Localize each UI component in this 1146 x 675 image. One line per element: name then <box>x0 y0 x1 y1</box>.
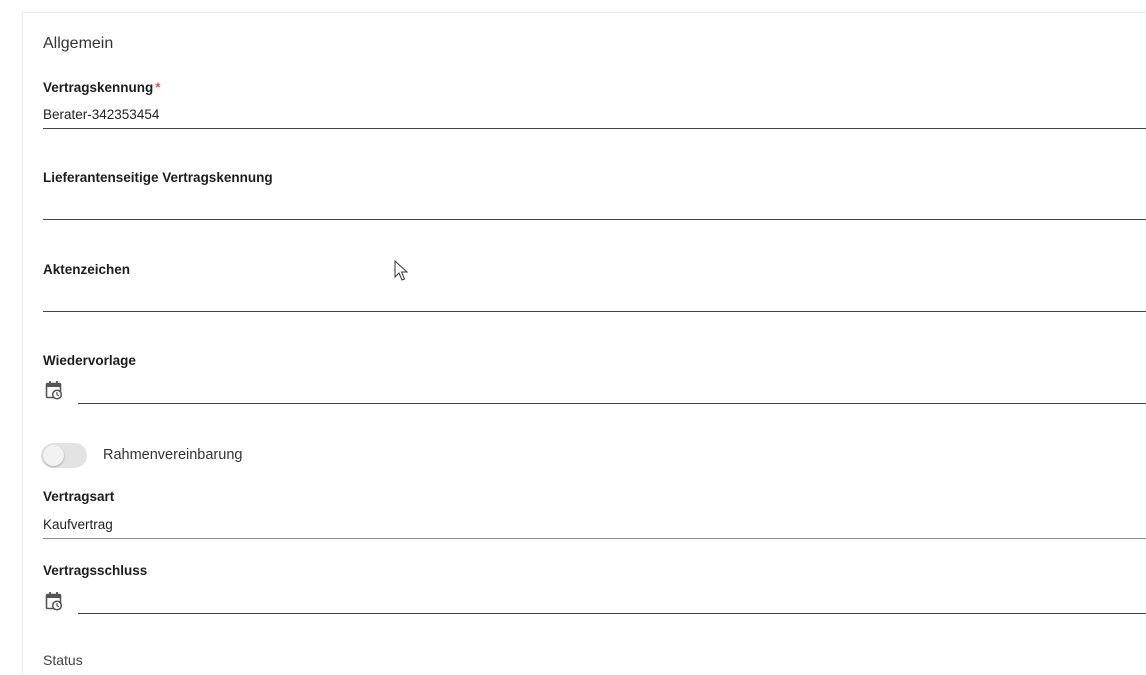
wiedervorlage-label: Wiedervorlage <box>43 353 136 368</box>
vertragskennung-input[interactable]: Berater-342353454 <box>43 107 159 122</box>
lieferantenseitige-vertragskennung-label: Lieferantenseitige Vertragskennung <box>43 170 273 185</box>
vertragsschluss-label: Vertragsschluss <box>43 563 148 578</box>
wiedervorlage-input[interactable] <box>81 381 961 401</box>
vertragsschluss-input[interactable] <box>81 592 961 612</box>
vertragskennung-label-text: Vertragskennung <box>43 80 154 95</box>
aktenzeichen-input[interactable] <box>43 288 943 308</box>
calendar-clock-icon[interactable] <box>45 380 63 400</box>
rahmenvereinbarung-label: Rahmenvereinbarung <box>103 447 243 463</box>
vertragskennung-label: Vertragskennung * <box>43 80 161 95</box>
aktenzeichen-label: Aktenzeichen <box>43 262 131 277</box>
section-title: Allgemein <box>43 35 114 52</box>
vertragsart-underline <box>43 538 1146 539</box>
general-form-panel: Allgemein Vertragskennung * Berater-34235… <box>22 12 1146 675</box>
lieferantenseitige-vertragskennung-input[interactable] <box>43 196 943 216</box>
rahmenvereinbarung-toggle[interactable] <box>41 443 87 468</box>
vertragsschluss-underline <box>78 613 1146 614</box>
toggle-knob <box>43 445 64 466</box>
status-label: Status <box>43 652 83 668</box>
lieferantenseitige-vertragskennung-underline <box>43 219 1146 220</box>
wiedervorlage-underline <box>78 403 1146 404</box>
vertragskennung-underline <box>43 128 1146 129</box>
vertragsart-label: Vertragsart <box>43 489 115 504</box>
aktenzeichen-underline <box>43 311 1146 312</box>
calendar-clock-icon[interactable] <box>45 591 63 611</box>
vertragsart-select[interactable]: Kaufvertrag <box>43 517 113 532</box>
mouse-pointer-icon <box>394 260 408 281</box>
required-marker: * <box>155 80 161 95</box>
